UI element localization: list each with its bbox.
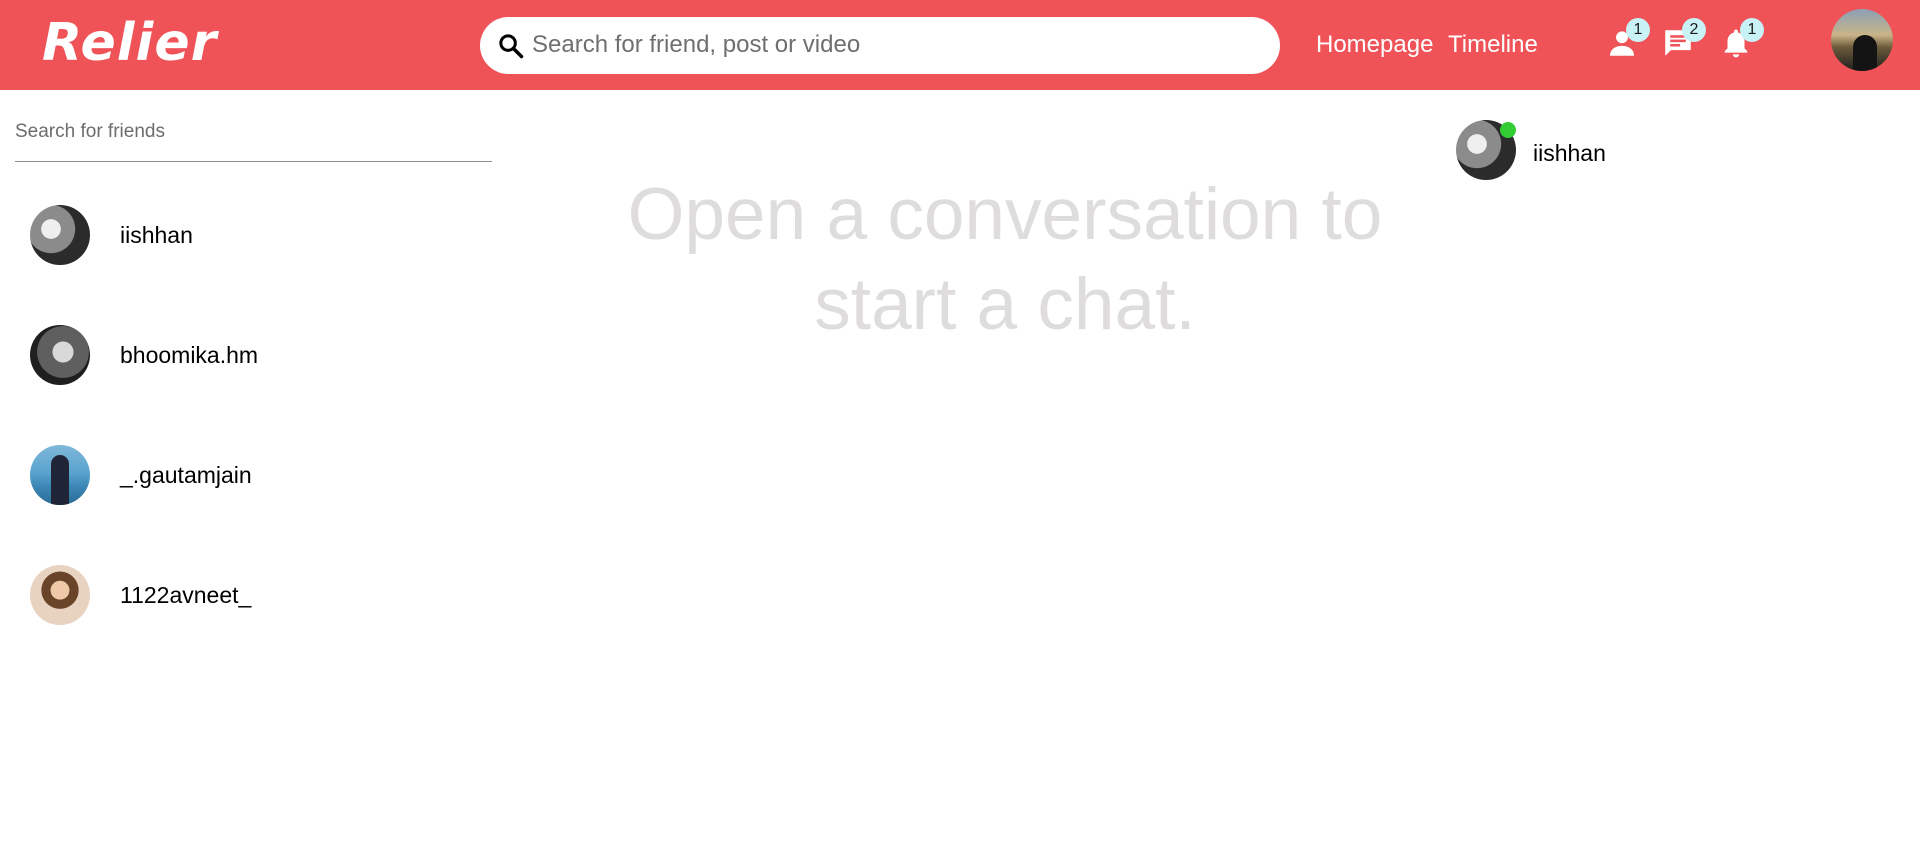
friend-search-field[interactable] bbox=[15, 116, 492, 162]
logo[interactable]: Relier bbox=[42, 12, 217, 74]
avatar-silhouette bbox=[1853, 35, 1877, 71]
user-avatar[interactable] bbox=[1831, 9, 1893, 71]
friend-requests-badge: 1 bbox=[1626, 18, 1650, 42]
online-status-dot bbox=[1500, 122, 1516, 138]
global-search-input[interactable] bbox=[532, 25, 1252, 65]
nav-homepage-link[interactable]: Homepage bbox=[1316, 30, 1433, 60]
avatar bbox=[30, 565, 90, 625]
friend-name: _.gautamjain bbox=[120, 462, 252, 488]
nav-timeline-link[interactable]: Timeline bbox=[1448, 30, 1538, 60]
online-friend-name: iishhan bbox=[1533, 140, 1606, 166]
avatar bbox=[30, 325, 90, 385]
empty-conversation-message: Open a conversation to start a chat. bbox=[627, 174, 1383, 345]
online-friend-item[interactable]: iishhan bbox=[1456, 120, 1756, 184]
avatar bbox=[30, 445, 90, 505]
avatar-figure bbox=[51, 455, 69, 505]
friend-list-item[interactable]: iishhan bbox=[15, 190, 495, 280]
top-bar: Relier Homepage Timeline 1 2 1 bbox=[0, 0, 1920, 90]
friend-list-item[interactable]: _.gautamjain bbox=[15, 430, 495, 520]
global-search-bar[interactable] bbox=[480, 17, 1280, 74]
friend-name: bhoomika.hm bbox=[120, 342, 259, 368]
friend-list-item[interactable]: 1122avneet_ bbox=[15, 550, 495, 640]
avatar bbox=[30, 205, 90, 265]
messages-badge: 2 bbox=[1682, 18, 1706, 42]
friend-list-item[interactable]: bhoomika.hm bbox=[15, 310, 495, 400]
friend-name: 1122avneet_ bbox=[120, 582, 252, 608]
notifications-badge: 1 bbox=[1740, 18, 1764, 42]
friend-search-input[interactable] bbox=[15, 116, 492, 148]
search-icon bbox=[497, 32, 525, 60]
friend-name: iishhan bbox=[120, 222, 193, 248]
